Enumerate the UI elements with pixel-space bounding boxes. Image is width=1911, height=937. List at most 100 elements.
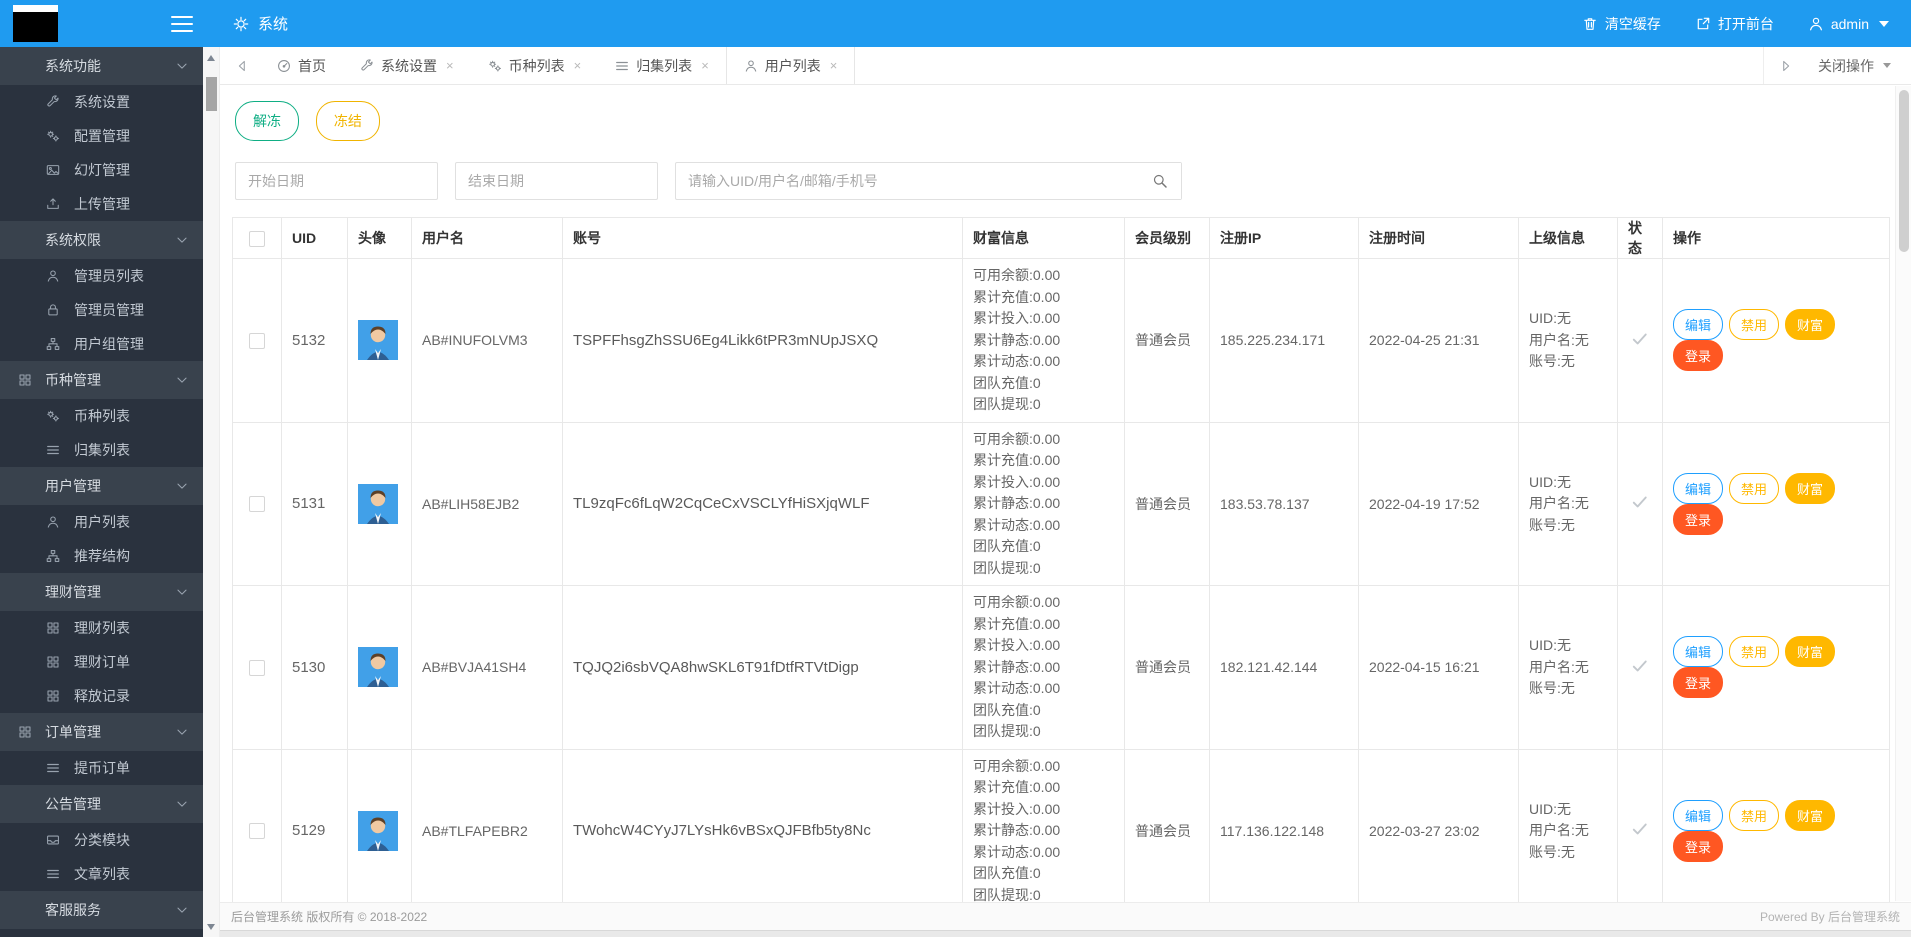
login-button[interactable]: 登录 [1673,667,1724,699]
row-checkbox[interactable] [249,496,265,513]
grid-icon [18,725,32,739]
sidebar-item[interactable]: 管理员列表 [0,259,203,293]
sidebar-item[interactable]: 上传管理 [0,187,203,221]
tab[interactable]: 币种列表 × [471,47,599,84]
avatar-cell [347,585,412,750]
sidebar-item-label: 用户组管理 [74,336,144,352]
sidebar-item[interactable]: 提币订单 [0,751,203,785]
column-header: 会员级别 [1124,217,1210,259]
freeze-button[interactable]: 冻结 [315,101,380,141]
sidebar-scrollbar-thumb[interactable] [206,77,217,111]
search-button[interactable] [1139,163,1181,199]
check-icon [1631,330,1649,348]
status-cell [1617,258,1663,423]
sidebar-group[interactable]: 币种管理 [0,361,203,399]
sidebar-group[interactable]: 订单管理 [0,713,203,751]
list-icon [46,443,60,457]
uid-cell: 5132 [281,258,348,423]
disable-button[interactable]: 禁用 [1729,472,1780,504]
open-front-button[interactable]: 打开前台 [1695,14,1774,34]
filter-row [232,162,1887,200]
tabs-scroll-right-button[interactable] [1764,47,1804,84]
actions-cell: 编辑 禁用 财富登录 [1662,585,1890,750]
end-date-input[interactable] [455,162,658,200]
sidebar-item[interactable]: 分类模块 [0,823,203,857]
tab[interactable]: 归集列表 × [598,47,726,84]
sidebar-item[interactable]: 释放记录 [0,679,203,713]
row-checkbox[interactable] [249,332,265,349]
sidebar-group[interactable]: 用户管理 [0,467,203,505]
top-header: 系统 清空缓存 打开前台 admin [0,0,1911,47]
sidebar-item[interactable]: 理财订单 [0,645,203,679]
sidebar-item[interactable]: 管理员管理 [0,293,203,327]
sidebar-item[interactable]: 用户列表 [0,505,203,539]
wealth-button[interactable]: 财富 [1785,636,1836,668]
folder-icon [18,233,32,247]
tab-close-icon[interactable]: × [446,59,454,72]
sidebar-group[interactable]: 客服服务 [0,891,203,929]
row-checkbox[interactable] [249,659,265,676]
sidebar-item[interactable]: 推荐结构 [0,539,203,573]
login-button[interactable]: 登录 [1673,340,1724,372]
unfreeze-button[interactable]: 解冻 [235,101,299,141]
wrench-icon [46,95,60,109]
row-checkbox[interactable] [249,823,265,840]
disable-button[interactable]: 禁用 [1729,309,1780,341]
user-icon [744,59,758,73]
tab-close-icon[interactable]: × [830,59,838,72]
wealth-cell: 可用余额:0.00 累计充值:0.00 累计投入:0.00 累计静态:0.00 … [962,421,1125,586]
sidebar-group[interactable]: 系统权限 [0,221,203,259]
sidebar-group[interactable]: 公告管理 [0,785,203,823]
sidebar-item[interactable]: 幻灯管理 [0,153,203,187]
tab[interactable]: 用户列表 × [725,47,856,84]
edit-button[interactable]: 编辑 [1673,472,1724,504]
sidebar-item[interactable]: 配置管理 [0,119,203,153]
admin-dropdown[interactable]: admin [1808,16,1889,32]
scroll-down-arrow-icon[interactable] [203,918,219,935]
content-scrollbar-thumb[interactable] [1899,90,1909,252]
login-button[interactable]: 登录 [1673,830,1724,862]
clear-cache-button[interactable]: 清空缓存 [1582,14,1661,34]
scroll-up-arrow-icon[interactable] [203,49,219,66]
tab[interactable]: 系统设置 × [343,47,471,84]
edit-button[interactable]: 编辑 [1673,799,1724,831]
edit-button[interactable]: 编辑 [1673,636,1724,668]
account-cell: TSPFFhsgZhSSU6Eg4Likk6tPR3mNUpJSXQ [562,258,963,423]
open-front-label: 打开前台 [1717,15,1774,32]
disable-button[interactable]: 禁用 [1729,799,1780,831]
tab-close-icon[interactable]: × [574,59,582,72]
dashboard-icon [277,59,291,73]
sidebar-group[interactable]: 系统功能 [0,47,203,85]
select-all-checkbox[interactable] [249,230,265,247]
sidebar-item-label: 管理员列表 [74,268,144,284]
tab[interactable]: 首页 [260,47,343,84]
sidebar-item[interactable]: 系统设置 [0,85,203,119]
sidebar-item-label: 推荐结构 [74,548,130,564]
tabs-scroll-left-button[interactable] [220,47,260,84]
sidebar-item[interactable]: 币种列表 [0,399,203,433]
sidebar-group[interactable]: 理财管理 [0,573,203,611]
wealth-button[interactable]: 财富 [1785,799,1836,831]
sidebar-toggle-icon[interactable] [171,15,193,32]
sidebar-item[interactable]: 文章列表 [0,857,203,891]
edit-button[interactable]: 编辑 [1673,309,1724,341]
wealth-button[interactable]: 财富 [1785,472,1836,504]
sidebar-item[interactable]: 理财列表 [0,611,203,645]
wealth-button[interactable]: 财富 [1785,309,1836,341]
tab-label: 归集列表 [636,57,693,74]
level-cell: 普通会员 [1124,748,1210,902]
sidebar-item[interactable]: 归集列表 [0,433,203,467]
login-button[interactable]: 登录 [1673,503,1724,535]
chevron-down-icon [175,797,189,811]
level-cell: 普通会员 [1124,421,1210,586]
close-operations-dropdown[interactable]: 关闭操作 [1804,47,1911,84]
parent-cell: UID:无 用户名:无 账号:无 [1518,585,1618,750]
disable-button[interactable]: 禁用 [1729,636,1780,668]
tab-label: 用户列表 [764,57,821,74]
sidebar-group-label: 系统功能 [45,58,101,74]
avatar-cell [347,258,412,423]
sidebar-item[interactable]: 用户组管理 [0,327,203,361]
tab-close-icon[interactable]: × [701,59,709,72]
search-input[interactable] [675,162,1182,200]
start-date-input[interactable] [235,162,438,200]
